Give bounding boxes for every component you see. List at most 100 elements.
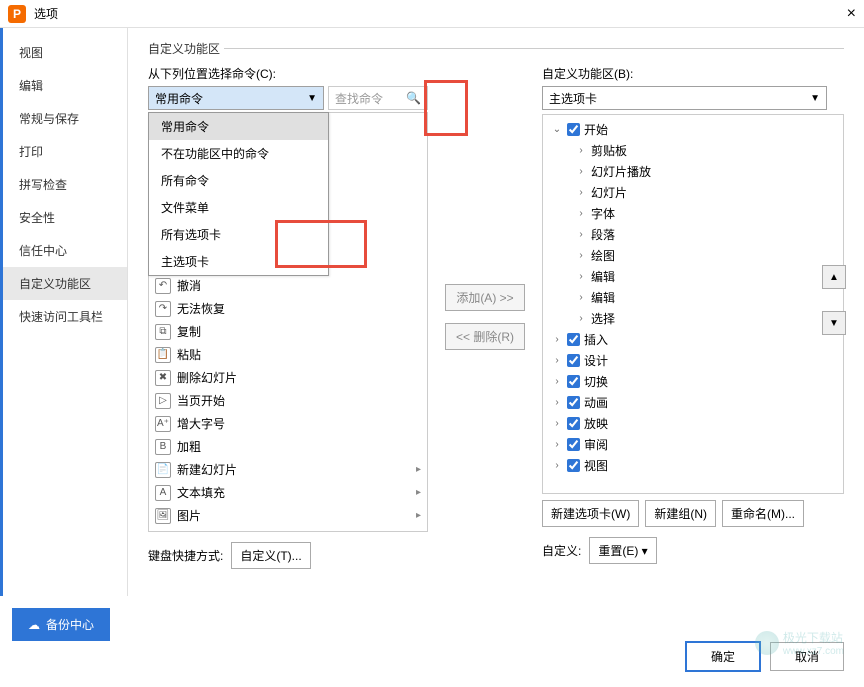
sidebar-item[interactable]: 快速访问工具栏 bbox=[3, 300, 127, 333]
commands-dropdown[interactable]: 常用命令不在功能区中的命令所有命令文件菜单所有选项卡主选项卡 bbox=[148, 112, 329, 276]
tree-item[interactable]: ›切换 bbox=[547, 371, 839, 392]
ribbon-combo[interactable]: 主选项卡 ▼ bbox=[542, 86, 827, 110]
expand-icon[interactable]: › bbox=[551, 418, 563, 429]
list-item[interactable]: A⁺增大字号 bbox=[149, 412, 427, 435]
tree-item[interactable]: ⌄开始 bbox=[547, 119, 839, 140]
rename-button[interactable]: 重命名(M)... bbox=[722, 500, 804, 527]
expand-icon[interactable]: › bbox=[575, 313, 587, 324]
tree-item[interactable]: ›视图 bbox=[547, 455, 839, 476]
expand-icon[interactable]: › bbox=[551, 376, 563, 387]
expand-icon[interactable]: ⌄ bbox=[551, 124, 563, 135]
list-item[interactable]: 📋粘贴 bbox=[149, 343, 427, 366]
list-item[interactable]: ↶撤消 bbox=[149, 274, 427, 297]
dropdown-item[interactable]: 主选项卡 bbox=[149, 248, 328, 275]
new-group-button[interactable]: 新建组(N) bbox=[645, 500, 716, 527]
chevron-down-icon: ▼ bbox=[810, 93, 820, 104]
tree-item[interactable]: ›幻灯片播放 bbox=[547, 161, 839, 182]
tree-checkbox[interactable] bbox=[567, 354, 580, 367]
tree-item[interactable]: ›幻灯片 bbox=[547, 182, 839, 203]
add-button[interactable]: 添加(A) >> bbox=[445, 284, 524, 311]
expand-icon[interactable]: › bbox=[575, 208, 587, 219]
tree-item[interactable]: ›插入 bbox=[547, 329, 839, 350]
tree-item[interactable]: › 字体 bbox=[547, 203, 839, 224]
list-item[interactable]: 🖼图片▸ bbox=[149, 504, 427, 527]
new-tab-button[interactable]: 新建选项卡(W) bbox=[542, 500, 639, 527]
search-input[interactable]: 查找命令 🔍 bbox=[328, 86, 428, 110]
list-item[interactable]: ✖删除幻灯片 bbox=[149, 366, 427, 389]
expand-icon[interactable]: › bbox=[551, 397, 563, 408]
customize-shortcuts-button[interactable]: 自定义(T)... bbox=[231, 542, 310, 569]
tree-label: 字体 bbox=[591, 205, 615, 222]
dropdown-item[interactable]: 不在功能区中的命令 bbox=[149, 140, 328, 167]
command-label: 粘贴 bbox=[177, 346, 201, 363]
tree-checkbox[interactable] bbox=[567, 123, 580, 136]
dropdown-item[interactable]: 文件菜单 bbox=[149, 194, 328, 221]
tree-item[interactable]: ›段落 bbox=[547, 224, 839, 245]
list-item[interactable]: ▷当页开始 bbox=[149, 389, 427, 412]
commands-combo[interactable]: 常用命令 ▼ bbox=[148, 86, 324, 110]
expand-icon[interactable]: › bbox=[551, 334, 563, 345]
customize-ribbon-label: 自定义功能区(B): bbox=[542, 65, 844, 82]
expand-icon[interactable]: › bbox=[575, 292, 587, 303]
sidebar-item[interactable]: 信任中心 bbox=[3, 234, 127, 267]
tree-label: 动画 bbox=[584, 394, 608, 411]
tree-item[interactable]: › 动画 bbox=[547, 392, 839, 413]
list-item[interactable]: B加粗 bbox=[149, 435, 427, 458]
tree-checkbox[interactable] bbox=[567, 417, 580, 430]
move-down-button[interactable]: ▼ bbox=[822, 311, 846, 335]
sidebar-item[interactable]: 视图 bbox=[3, 36, 127, 69]
backup-center-button[interactable]: ☁ 备份中心 bbox=[12, 608, 110, 641]
window-title: 选项 bbox=[34, 5, 58, 22]
expand-icon[interactable]: › bbox=[551, 460, 563, 471]
command-label: 当页开始 bbox=[177, 392, 225, 409]
list-item[interactable]: ↷无法恢复 bbox=[149, 297, 427, 320]
chevron-down-icon: ▼ bbox=[307, 93, 317, 104]
expand-icon[interactable]: › bbox=[575, 145, 587, 156]
command-icon: A bbox=[155, 485, 171, 501]
move-up-button[interactable]: ▲ bbox=[822, 265, 846, 289]
dropdown-item[interactable]: 常用命令 bbox=[149, 113, 328, 140]
tree-item[interactable]: › 剪贴板 bbox=[547, 140, 839, 161]
ok-button[interactable]: 确定 bbox=[686, 642, 760, 671]
tree-item[interactable]: ›编辑 bbox=[547, 287, 839, 308]
tree-item[interactable]: ›选择 bbox=[547, 308, 839, 329]
list-item[interactable]: 📄新建幻灯片▸ bbox=[149, 458, 427, 481]
list-item[interactable]: ⧉复制 bbox=[149, 320, 427, 343]
sidebar-item[interactable]: 自定义功能区 bbox=[3, 267, 127, 300]
sidebar-item[interactable]: 编辑 bbox=[3, 69, 127, 102]
sidebar-item[interactable]: 拼写检查 bbox=[3, 168, 127, 201]
reset-button[interactable]: 重置(E) ▾ bbox=[589, 537, 656, 564]
expand-icon[interactable]: › bbox=[551, 355, 563, 366]
expand-icon[interactable]: › bbox=[575, 250, 587, 261]
tree-item[interactable]: ›审阅 bbox=[547, 434, 839, 455]
expand-icon[interactable]: › bbox=[575, 229, 587, 240]
list-item[interactable]: A横向文本框 bbox=[149, 527, 427, 532]
expand-icon[interactable]: › bbox=[575, 271, 587, 282]
tree-checkbox[interactable] bbox=[567, 375, 580, 388]
tree-item[interactable]: ›绘图 bbox=[547, 245, 839, 266]
tree-item[interactable]: ›设计 bbox=[547, 350, 839, 371]
cancel-button[interactable]: 取消 bbox=[770, 642, 844, 671]
dropdown-item[interactable]: 所有命令 bbox=[149, 167, 328, 194]
command-label: 加粗 bbox=[177, 438, 201, 455]
list-item[interactable]: A文本填充▸ bbox=[149, 481, 427, 504]
tree-label: 剪贴板 bbox=[591, 142, 627, 159]
tree-checkbox[interactable] bbox=[567, 459, 580, 472]
tree-item[interactable]: ›放映 bbox=[547, 413, 839, 434]
sidebar-item[interactable]: 安全性 bbox=[3, 201, 127, 234]
dropdown-item[interactable]: 所有选项卡 bbox=[149, 221, 328, 248]
expand-icon[interactable]: › bbox=[551, 439, 563, 450]
expand-icon[interactable]: › bbox=[575, 166, 587, 177]
expand-icon[interactable]: › bbox=[575, 187, 587, 198]
tree-item[interactable]: ›编辑 bbox=[547, 266, 839, 287]
sidebar-item[interactable]: 常规与保存 bbox=[3, 102, 127, 135]
ribbon-tree[interactable]: ⌄开始›剪贴板›幻灯片播放›幻灯片›字体›段落›绘图›编辑›编辑›选择›插入›设… bbox=[542, 114, 844, 494]
tree-checkbox[interactable] bbox=[567, 396, 580, 409]
close-icon[interactable]: × bbox=[847, 5, 856, 23]
tree-checkbox[interactable] bbox=[567, 438, 580, 451]
sidebar-item[interactable]: 打印 bbox=[3, 135, 127, 168]
command-label: 图片 bbox=[177, 507, 201, 524]
remove-button[interactable]: << 删除(R) bbox=[445, 323, 525, 350]
choose-commands-label: 从下列位置选择命令(C): bbox=[148, 65, 428, 82]
tree-checkbox[interactable] bbox=[567, 333, 580, 346]
